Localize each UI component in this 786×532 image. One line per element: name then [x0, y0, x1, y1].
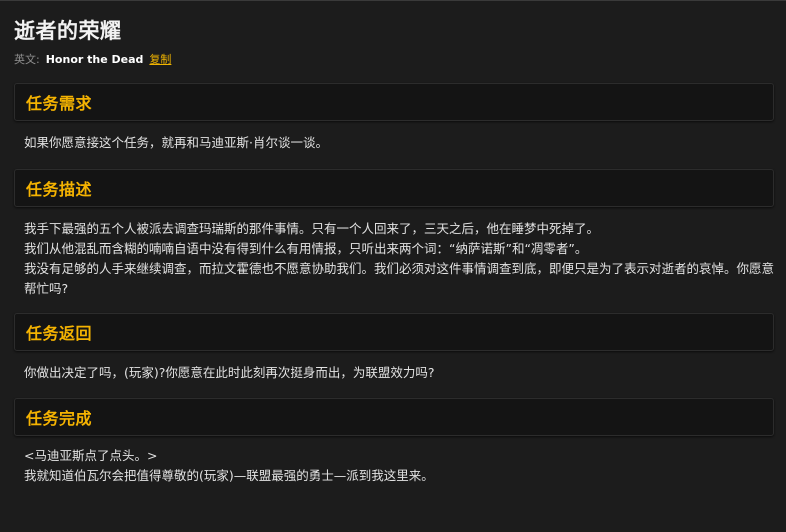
section-header-requirements: 任务需求 — [14, 83, 774, 121]
section-title-requirements: 任务需求 — [26, 94, 93, 113]
section-body-progress: 你做出决定了吗，(玩家)?你愿意在此时此刻再次挺身而出，为联盟效力吗? — [14, 363, 774, 383]
description-paragraph: 我没有足够的人手来继续调查，而拉文霍德也不愿意协助我们。我们必须对这件事情调查到… — [24, 261, 775, 296]
english-name-row: 英文: Honor the Dead 复制 — [14, 53, 774, 67]
quest-page: 逝者的荣耀 英文: Honor the Dead 复制 任务需求 如果你愿意接这… — [0, 0, 786, 532]
completion-paragraph: 我就知道伯瓦尔会把值得尊敬的(玩家)—联盟最强的勇士—派到我这里来。 — [24, 468, 434, 483]
quest-title: 逝者的荣耀 — [14, 19, 122, 43]
section-title-description: 任务描述 — [26, 180, 93, 199]
progress-text: 你做出决定了吗，(玩家)?你愿意在此时此刻再次挺身而出，为联盟效力吗? — [24, 365, 435, 380]
section-title-completion: 任务完成 — [26, 409, 93, 428]
section-header-progress: 任务返回 — [14, 313, 774, 351]
section-title-progress: 任务返回 — [26, 324, 93, 343]
section-body-requirements: 如果你愿意接这个任务，就再和马迪亚斯·肖尔谈一谈。 — [14, 133, 774, 153]
english-quest-name: Honor the Dead — [45, 53, 144, 66]
copy-link[interactable]: 复制 — [149, 53, 171, 67]
description-paragraph: 我手下最强的五个人被派去调查玛瑞斯的那件事情。只有一个人回来了，三天之后，他在睡… — [24, 221, 600, 236]
section-body-description: 我手下最强的五个人被派去调查玛瑞斯的那件事情。只有一个人回来了，三天之后，他在睡… — [14, 219, 774, 299]
description-paragraph: 我们从他混乱而含糊的喃喃自语中没有得到什么有用情报，只听出来两个词：“纳萨诺斯”… — [24, 241, 588, 256]
top-divider — [0, 0, 786, 1]
section-header-completion: 任务完成 — [14, 398, 774, 436]
english-label: 英文: — [14, 53, 40, 66]
section-header-description: 任务描述 — [14, 169, 774, 207]
section-body-completion: <马迪亚斯点了点头。> 我就知道伯瓦尔会把值得尊敬的(玩家)—联盟最强的勇士—派… — [14, 446, 774, 486]
requirements-text: 如果你愿意接这个任务，就再和马迪亚斯·肖尔谈一谈。 — [24, 135, 328, 150]
completion-paragraph: <马迪亚斯点了点头。> — [24, 448, 158, 463]
